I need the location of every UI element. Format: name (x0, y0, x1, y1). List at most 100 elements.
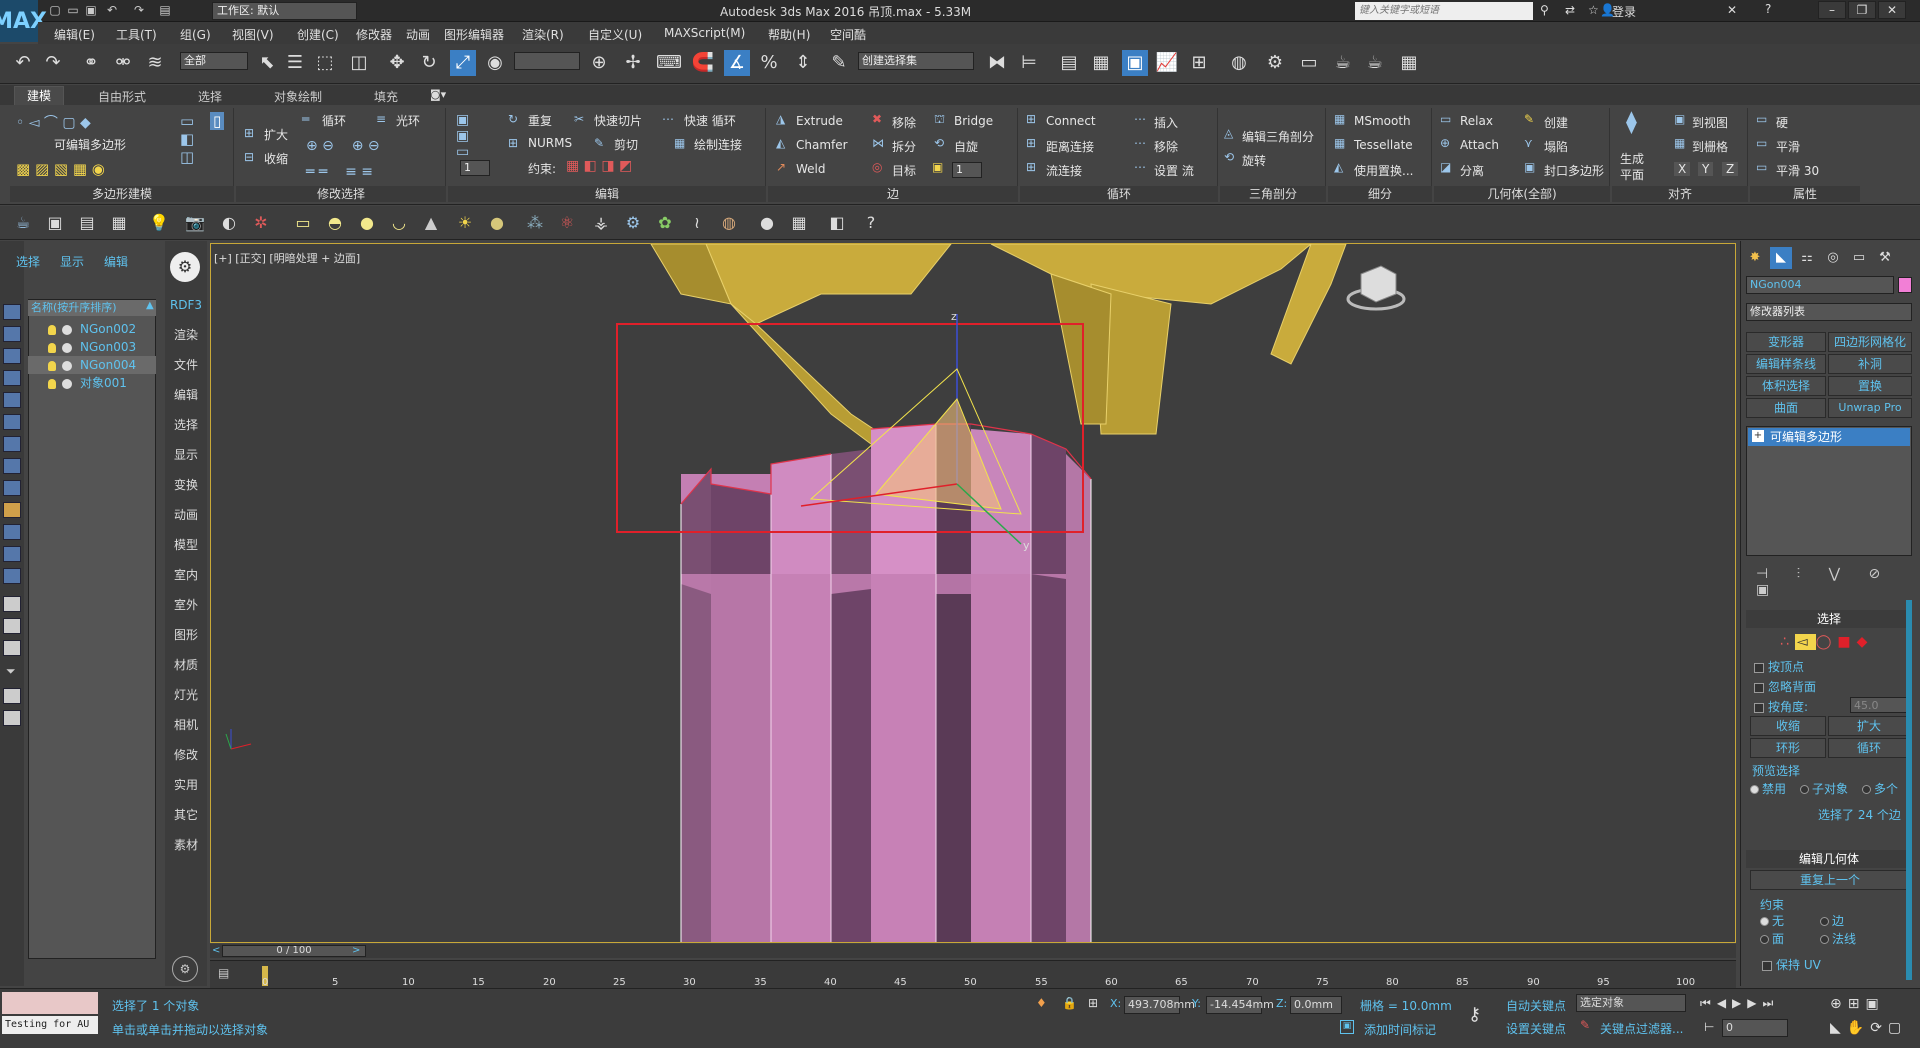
key-mode-icon[interactable]: ⊢ (1704, 1020, 1714, 1034)
tessellate-button[interactable]: Tessellate (1354, 138, 1413, 152)
sidebar-material[interactable]: 材质 (165, 656, 207, 673)
scene-list-header[interactable]: 名称(按升序排序) (28, 300, 156, 316)
loop-button[interactable]: 循环 (1828, 738, 1910, 758)
unlink-icon[interactable]: ⚮ (110, 50, 136, 76)
ignore-backface-check[interactable]: 忽略背面 (1754, 678, 1816, 695)
particle-icon[interactable]: ⁂ (524, 212, 546, 234)
edit-geometry-rollout-title[interactable]: 编辑几何体 (1746, 850, 1912, 868)
make-planar-label[interactable]: 生成 (1620, 150, 1644, 167)
schematic-view-icon[interactable]: ⊞ (1186, 50, 1212, 76)
visibility-icon[interactable] (62, 378, 72, 389)
repeat-last-button[interactable]: 重复上一个 (1750, 870, 1910, 890)
graphite-icon[interactable]: ▣ (1122, 50, 1148, 76)
tab-modeling[interactable]: 建模 (14, 86, 65, 105)
light-bulb-icon[interactable] (48, 324, 56, 335)
rendered-frame-icon[interactable]: ▭ (1296, 50, 1322, 76)
lock-icon[interactable]: 🔒 (1062, 996, 1077, 1010)
stack-tools-icon[interactable]: ⊣ ⫶ ⋁ ⊘ ▣ (1756, 566, 1920, 598)
sidebar-animation[interactable]: 动画 (165, 506, 207, 523)
z-coordinate-field[interactable]: 0.0mm (1290, 996, 1342, 1014)
swiftloop-button[interactable]: 快速 循环 (684, 112, 736, 129)
constraint-face-radio[interactable]: 面 (1760, 930, 1784, 947)
doc-icon[interactable] (3, 596, 21, 612)
sidebar-shapes[interactable]: 图形 (165, 626, 207, 643)
menu-create[interactable]: 创建(C) (297, 26, 339, 43)
export-icon[interactable]: ◧ (826, 212, 848, 234)
group-poly-modeling[interactable]: 多边形建模 (10, 186, 234, 202)
render-teapot-icon[interactable]: ☕ (1330, 50, 1356, 76)
viewport-orthographic[interactable]: z y (210, 243, 1736, 943)
angle-spinner[interactable]: 45.0 (1850, 697, 1910, 713)
list-item[interactable]: NGon004 (28, 356, 156, 374)
modify-tab-icon[interactable]: ◣ (1770, 247, 1792, 269)
key-icon[interactable]: ⚷ (1468, 1004, 1481, 1025)
scene-list[interactable] (28, 299, 156, 959)
shrink-button[interactable]: 收缩 (1750, 716, 1826, 736)
radio-icon[interactable] (1862, 785, 1871, 794)
dome-icon[interactable]: ◓ (324, 212, 346, 234)
motion-tab-icon[interactable]: ◎ (1822, 247, 1844, 269)
radio-icon[interactable] (1750, 785, 1759, 794)
filter-xrefs-icon[interactable] (3, 458, 21, 474)
mod-button[interactable]: 变形器 (1746, 332, 1826, 352)
target-weld-button[interactable]: 目标 (892, 162, 916, 179)
maximize-viewport-icon[interactable]: ▢ (1888, 1020, 1907, 1036)
constraint-none-radio[interactable]: 无 (1760, 912, 1784, 929)
radio-icon[interactable] (1760, 935, 1769, 944)
filter-all-icon[interactable] (3, 568, 21, 584)
isolate-icon[interactable]: ♦ (1036, 996, 1047, 1010)
material-sphere-icon[interactable]: ● (756, 212, 778, 234)
viewport-label[interactable]: [+] [正交] [明暗处理 + 边面] (214, 250, 360, 266)
helper-icon[interactable]: ◐ (218, 212, 240, 234)
render-icon[interactable]: ▣ (44, 212, 66, 234)
orbit-icon[interactable]: ⟳ (1870, 1020, 1888, 1036)
use-displacement-button[interactable]: 使用置换... (1354, 162, 1413, 179)
group-edit[interactable]: 编辑 (448, 186, 766, 202)
constraint-normal-radio[interactable]: 法线 (1820, 930, 1856, 947)
object-color-swatch[interactable] (1898, 277, 1912, 293)
maxscript-listener-input[interactable] (2, 992, 98, 1014)
preview-multi-radio[interactable]: 多个 (1862, 780, 1898, 797)
flow-connect-button[interactable]: 流连接 (1046, 162, 1082, 179)
fov-icon[interactable]: ◣ (1830, 1020, 1847, 1036)
project-folder-icon[interactable]: ▤ (156, 2, 174, 19)
sidebar-render[interactable]: 渲染 (165, 326, 207, 343)
filter-geometry-icon[interactable] (3, 304, 21, 320)
viewcube-icon[interactable] (1346, 265, 1406, 311)
remove-edge-button[interactable]: 移除 (892, 114, 916, 131)
align-icon[interactable]: ⊨ (1016, 50, 1042, 76)
star-icon[interactable]: ☆ (1588, 3, 1599, 17)
scene-tab-select[interactable]: 选择 (16, 253, 40, 270)
x-coordinate-field[interactable]: 493.708mm (1124, 996, 1195, 1014)
menu-maxscript[interactable]: MAXScript(M) (664, 26, 745, 40)
settings-gear-icon[interactable]: ⚙ (172, 956, 198, 982)
sort-arrow-icon[interactable]: ▲ (146, 300, 154, 311)
checkbox-icon[interactable] (1754, 662, 1764, 673)
edge-spinner[interactable]: 1 (952, 162, 982, 178)
sidebar-exterior[interactable]: 室外 (165, 596, 207, 613)
menu-rendering[interactable]: 渲染(R) (522, 26, 564, 43)
pan-icon[interactable]: ✋ (1847, 1020, 1870, 1036)
play-icon[interactable]: ▶ (1732, 996, 1747, 1010)
sidebar-lights[interactable]: 灯光 (165, 686, 207, 703)
sidebar-select[interactable]: 选择 (165, 416, 207, 433)
exchange-icon[interactable]: ⇄ (1565, 3, 1575, 17)
current-frame-field[interactable]: 0 (1722, 1019, 1788, 1037)
tab-object-paint[interactable]: 对象绘制 (274, 88, 322, 105)
box-icon[interactable]: ▭ (292, 212, 314, 234)
menu-animation[interactable]: 动画 (406, 26, 430, 43)
app-logo-icon[interactable]: MAX (0, 0, 47, 42)
tab-selection[interactable]: 选择 (198, 88, 222, 105)
redo-icon[interactable]: ↷ (40, 50, 66, 76)
render-setup-icon[interactable]: ⚙ (1262, 50, 1288, 76)
mirror-icon[interactable]: ⧓ (984, 50, 1010, 76)
quickslice-button[interactable]: 快速切片 (594, 112, 642, 129)
utilities-tab-icon[interactable]: ⚒ (1874, 247, 1896, 269)
binoculars-icon[interactable]: ⚲ (1540, 3, 1549, 17)
placement-icon[interactable]: ◉ (482, 50, 508, 76)
render-iterative-icon[interactable]: ☕ (1362, 50, 1388, 76)
material-editor-icon[interactable]: ◍ (1226, 50, 1252, 76)
panel-scrollbar[interactable] (1906, 600, 1912, 980)
menu-group[interactable]: 组(G) (180, 26, 211, 43)
expand-icon[interactable]: + (1752, 430, 1764, 442)
